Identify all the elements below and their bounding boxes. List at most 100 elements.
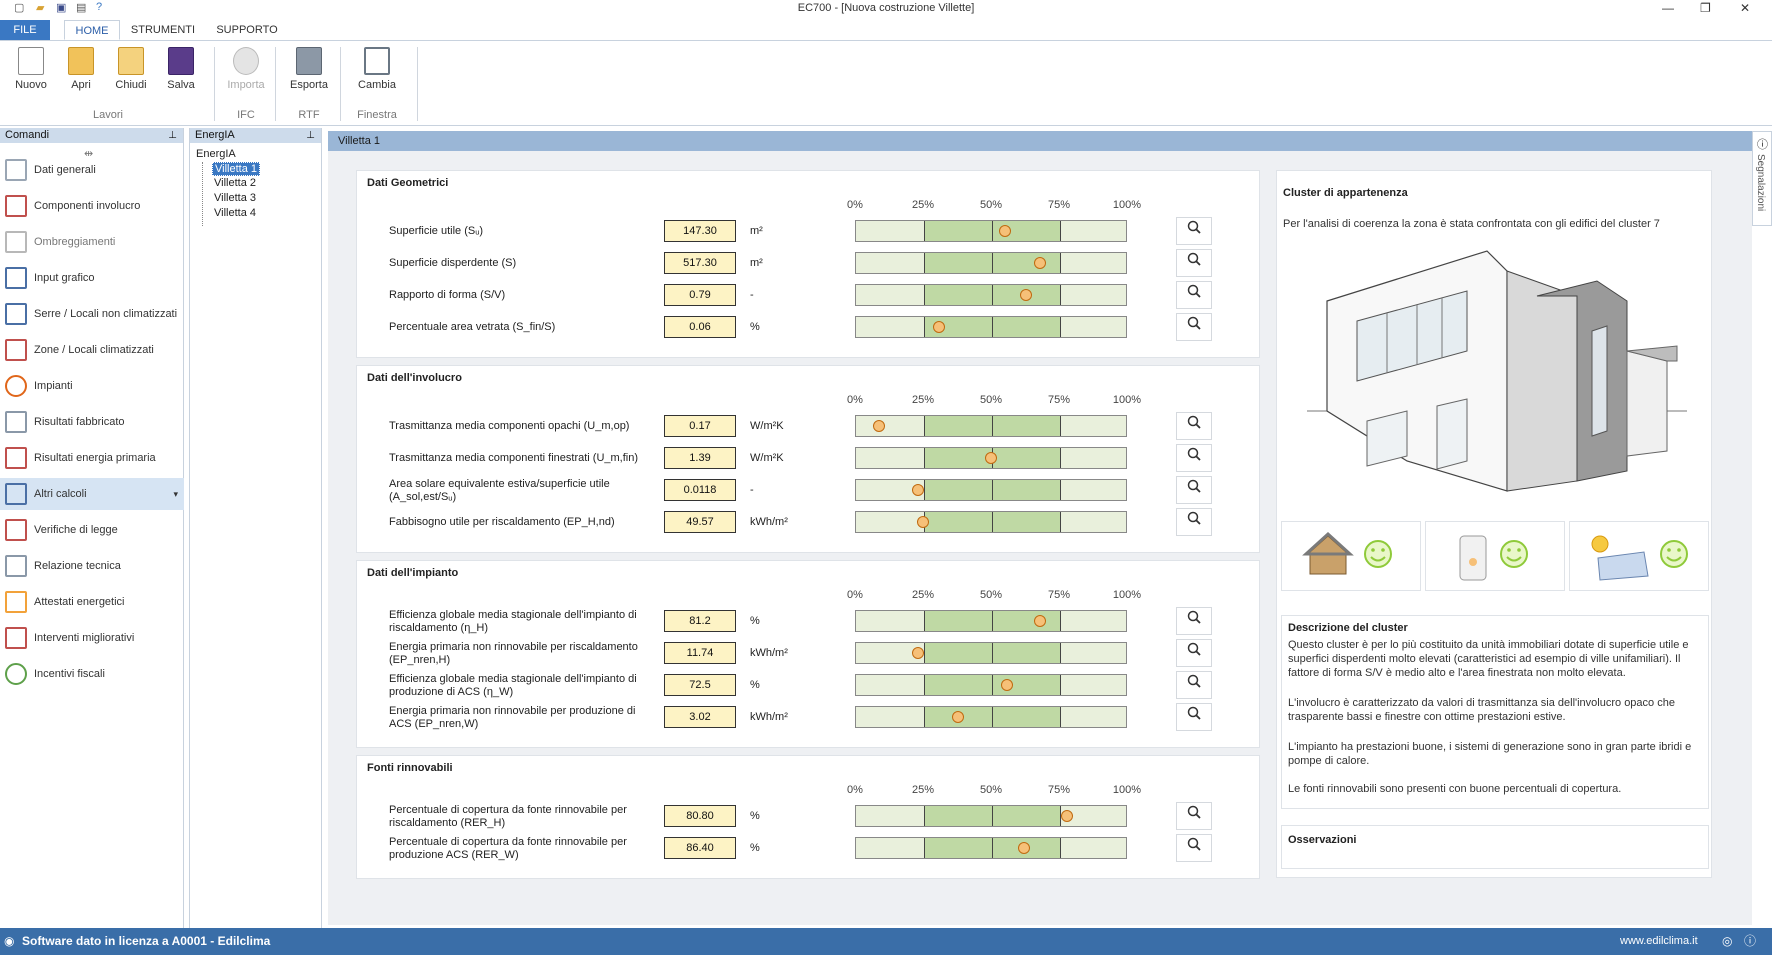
row-value: 1.39: [664, 447, 736, 469]
command-item-12[interactable]: Attestati energetici: [0, 586, 184, 618]
command-item-4[interactable]: Serre / Locali non climatizzati: [0, 298, 184, 330]
command-item-5[interactable]: Zone / Locali climatizzati: [0, 334, 184, 366]
range-bar: [855, 642, 1127, 664]
range-bar-divider: [1060, 285, 1061, 305]
nuovo-button[interactable]: Nuovo: [9, 47, 53, 91]
search-icon: [1187, 642, 1201, 656]
tab-strumenti[interactable]: STRUMENTI: [128, 20, 198, 40]
magnifier-button[interactable]: [1176, 249, 1212, 277]
restore-icon[interactable]: ❐: [1700, 1, 1711, 15]
minimize-icon[interactable]: —: [1662, 1, 1674, 15]
range-bar-divider: [992, 707, 993, 727]
certificate-icon: [5, 591, 27, 613]
value-marker: [985, 452, 997, 464]
row-label: Trasmittanza media componenti opachi (U_…: [389, 420, 630, 432]
magnifier-button[interactable]: [1176, 313, 1212, 341]
cambia-button[interactable]: Cambia: [355, 47, 399, 91]
range-bar: [855, 479, 1127, 501]
social-icon[interactable]: ◎: [1722, 928, 1732, 955]
observations-title: Osservazioni: [1288, 834, 1357, 846]
command-item-11[interactable]: Relazione tecnica: [0, 550, 184, 582]
range-bar-divider: [924, 416, 925, 436]
close-icon[interactable]: ✕: [1740, 1, 1750, 15]
section-title: Dati Geometrici: [367, 177, 449, 189]
tree-node-villetta-2[interactable]: Villetta 2: [214, 177, 256, 189]
command-item-10[interactable]: Verifiche di legge: [0, 514, 184, 546]
tab-file[interactable]: FILE: [0, 20, 50, 40]
salva-button[interactable]: Salva: [159, 47, 203, 91]
command-item-14[interactable]: Incentivi fiscali: [0, 658, 184, 690]
row-unit: kWh/m²: [750, 516, 788, 528]
command-label: Serre / Locali non climatizzati: [34, 308, 178, 320]
esporta-button[interactable]: Esporta: [287, 47, 331, 91]
magnifier-button[interactable]: [1176, 834, 1212, 862]
save-disk-icon: [168, 47, 194, 75]
row-value: 49.57: [664, 511, 736, 533]
pin-icon[interactable]: ⊥: [306, 128, 315, 143]
tab-home[interactable]: HOME: [64, 20, 120, 40]
command-label: Attestati energetici: [34, 596, 125, 608]
building-results-icon: [5, 411, 27, 433]
linkedin-icon[interactable]: ⓘ: [1744, 928, 1756, 955]
magnifier-button[interactable]: [1176, 508, 1212, 536]
group-separator: [214, 47, 215, 121]
tree-node-villetta-3[interactable]: Villetta 3: [214, 192, 256, 204]
percent-tick-label: 25%: [911, 784, 935, 796]
row-value: 0.06: [664, 316, 736, 338]
magnifier-button[interactable]: [1176, 703, 1212, 731]
row-unit: %: [750, 810, 760, 822]
row-label: Superficie utile (Sᵤ): [389, 225, 484, 237]
range-bar-divider: [992, 512, 993, 532]
magnifier-button[interactable]: [1176, 281, 1212, 309]
row-label: Energia primaria non rinnovabile per pro…: [389, 705, 636, 730]
range-bar-divider: [924, 707, 925, 727]
range-bar-divider: [924, 643, 925, 663]
range-bar-divider: [924, 838, 925, 858]
segnalazioni-side-tab[interactable]: ⓘ Segnalazioni: [1752, 131, 1772, 226]
value-marker: [1033, 615, 1046, 627]
command-item-7[interactable]: Risultati fabbricato: [0, 406, 184, 438]
range-bar: [855, 447, 1127, 469]
window-title: EC700 - [Nuova costruzione Villette]: [797, 2, 975, 14]
tree-node-villetta-1[interactable]: Villetta 1: [212, 162, 260, 176]
document-tab-header[interactable]: Villetta 1: [328, 131, 1752, 151]
command-item-9[interactable]: Altri calcoli ▾: [0, 478, 184, 510]
range-bar: [855, 837, 1127, 859]
observations-box[interactable]: Osservazioni: [1281, 825, 1709, 869]
apri-label: Apri: [71, 79, 91, 91]
magnifier-button[interactable]: [1176, 639, 1212, 667]
tree-node-villetta-4[interactable]: Villetta 4: [214, 207, 256, 219]
apri-button[interactable]: Apri: [59, 47, 103, 91]
command-label: Risultati fabbricato: [34, 416, 125, 428]
importa-button[interactable]: Importa: [224, 47, 268, 91]
magnifier-button[interactable]: [1176, 607, 1212, 635]
license-text: Software dato in licenza a A0001 - Edilc…: [22, 934, 271, 948]
magnifier-button[interactable]: [1176, 217, 1212, 245]
primary-energy-icon: [5, 447, 27, 469]
command-item-6[interactable]: Impianti: [0, 370, 184, 402]
pin-icon[interactable]: ⊥: [168, 128, 177, 143]
search-icon: [1187, 674, 1201, 688]
command-item-8[interactable]: Risultati energia primaria: [0, 442, 184, 474]
magnifier-button[interactable]: [1176, 476, 1212, 504]
magnifier-button[interactable]: [1176, 671, 1212, 699]
percent-tick-label: 50%: [979, 199, 1003, 211]
magnifier-button[interactable]: [1176, 802, 1212, 830]
command-item-0[interactable]: Dati generali: [0, 154, 184, 186]
magnifier-button[interactable]: [1176, 412, 1212, 440]
range-bar: [855, 220, 1127, 242]
cluster-title: Cluster di appartenenza: [1283, 187, 1408, 199]
command-item-3[interactable]: Input grafico: [0, 262, 184, 294]
command-label: Relazione tecnica: [34, 560, 121, 572]
magnifier-button[interactable]: [1176, 444, 1212, 472]
tab-supporto[interactable]: SUPPORTO: [210, 20, 284, 40]
website-link[interactable]: www.edilclima.it: [1620, 928, 1698, 955]
range-bar-divider: [924, 221, 925, 241]
command-label: Incentivi fiscali: [34, 668, 105, 680]
chiudi-button[interactable]: Chiudi: [109, 47, 153, 91]
command-item-1[interactable]: Componenti involucro: [0, 190, 184, 222]
tree-root[interactable]: EnergIA: [196, 148, 236, 160]
row-label: Percentuale di copertura da fonte rinnov…: [389, 804, 627, 829]
command-item-2[interactable]: Ombreggiamenti: [0, 226, 184, 258]
command-item-13[interactable]: Interventi migliorativi: [0, 622, 184, 654]
